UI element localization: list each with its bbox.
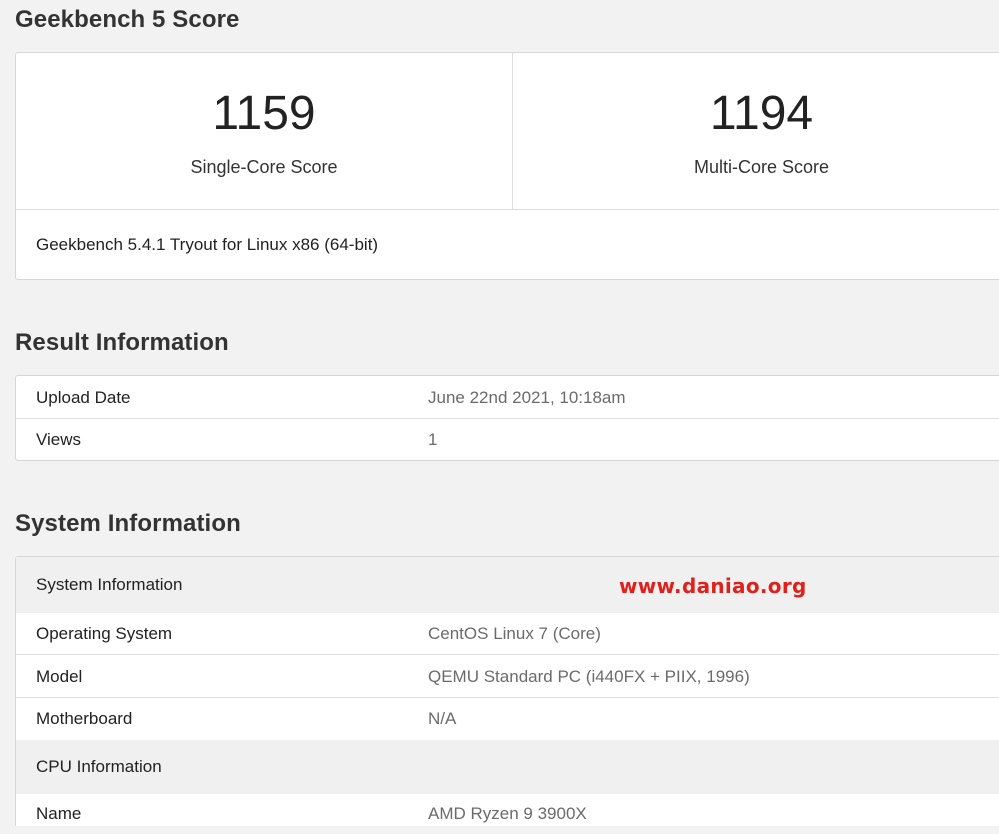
single-core-score-label: Single-Core Score xyxy=(190,157,338,177)
views-label: Views xyxy=(36,430,82,449)
cpu-information-group-label: CPU Information xyxy=(36,757,162,776)
single-core-score-cell: 1159 Single-Core Score xyxy=(16,53,514,209)
score-row: 1159 Single-Core Score 1194 Multi-Core S… xyxy=(16,53,999,210)
geekbench-version: Geekbench 5.4.1 Tryout for Linux x86 (64… xyxy=(36,235,379,254)
multi-core-score-value: 1194 xyxy=(709,87,814,140)
score-card: 1159 Single-Core Score 1194 Multi-Core S… xyxy=(15,52,999,280)
cpu-information-group-header: CPU Information xyxy=(16,740,999,794)
geekbench-score-title: Geekbench 5 Score xyxy=(15,6,240,33)
system-information-group-label: System Information xyxy=(36,575,183,594)
table-row-model: Model QEMU Standard PC (i440FX + PIIX, 1… xyxy=(16,655,999,698)
table-row-upload-date: Upload Date June 22nd 2021, 10:18am xyxy=(16,376,999,419)
cpu-name-value: AMD Ryzen 9 3900X xyxy=(428,804,587,823)
single-core-score-value: 1159 xyxy=(212,87,316,140)
motherboard-value: N/A xyxy=(428,709,457,728)
watermark-text: www.daniao.org xyxy=(619,574,807,598)
result-information-table: Upload Date June 22nd 2021, 10:18am View… xyxy=(15,375,999,461)
system-information-group-header: System Information xyxy=(16,557,999,613)
views-value: 1 xyxy=(428,430,438,449)
system-information-table: System Information Operating System Cent… xyxy=(15,556,999,826)
table-row-operating-system: Operating System CentOS Linux 7 (Core) xyxy=(16,613,999,655)
multi-core-score-cell: 1194 Multi-Core Score xyxy=(513,53,999,209)
table-row-cpu-name: Name AMD Ryzen 9 3900X xyxy=(16,794,999,834)
table-row-views: Views 1 xyxy=(16,419,999,460)
operating-system-value: CentOS Linux 7 (Core) xyxy=(428,624,601,643)
upload-date-value: June 22nd 2021, 10:18am xyxy=(428,388,626,407)
model-label: Model xyxy=(36,667,83,686)
system-information-title: System Information xyxy=(15,510,241,537)
table-row-motherboard: Motherboard N/A xyxy=(16,698,999,740)
cpu-name-label: Name xyxy=(36,804,82,823)
operating-system-label: Operating System xyxy=(36,624,173,643)
model-value: QEMU Standard PC (i440FX + PIIX, 1996) xyxy=(428,667,750,686)
upload-date-label: Upload Date xyxy=(36,388,131,407)
result-information-title: Result Information xyxy=(15,329,229,356)
multi-core-score-label: Multi-Core Score xyxy=(693,157,830,177)
motherboard-label: Motherboard xyxy=(36,709,133,728)
